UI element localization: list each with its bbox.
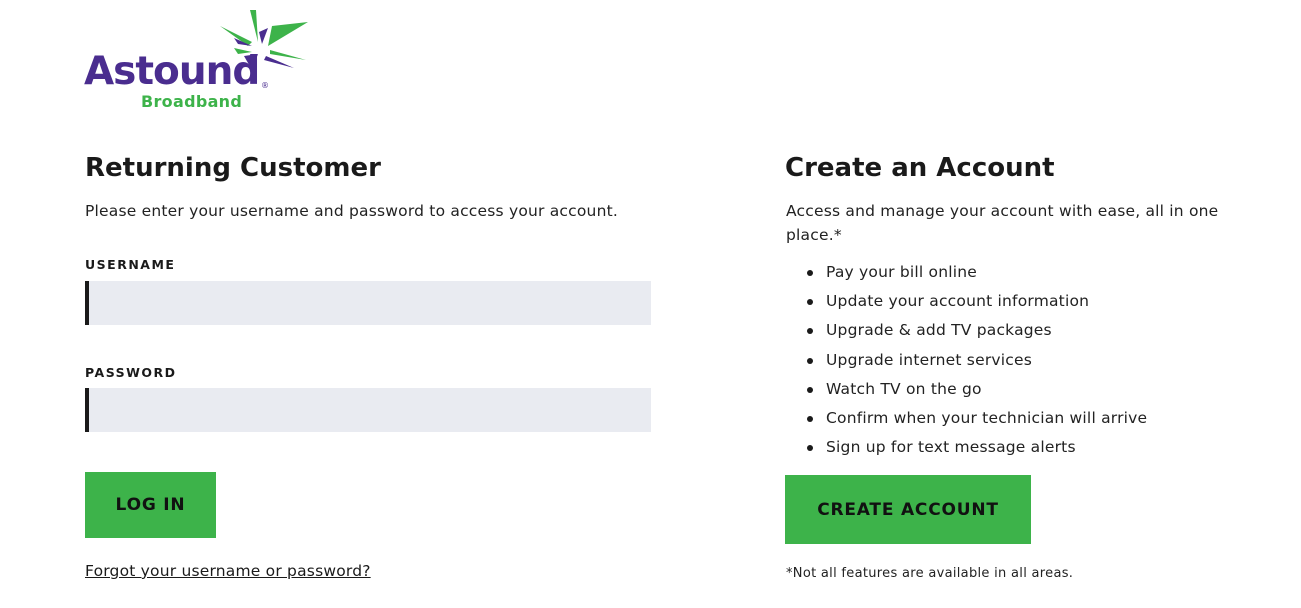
bullet-icon <box>807 445 813 452</box>
bullet-icon <box>807 416 813 423</box>
password-label: PASSWORD <box>85 365 177 380</box>
feature-item: Upgrade internet services <box>786 346 1147 375</box>
bullet-icon <box>807 386 813 393</box>
feature-text: Watch TV on the go <box>826 379 982 398</box>
feature-item: Sign up for text message alerts <box>786 433 1147 462</box>
feature-text: Upgrade internet services <box>826 350 1033 369</box>
bullet-icon <box>807 299 813 306</box>
feature-text: Upgrade & add TV packages <box>826 321 1052 340</box>
feature-item: Update your account information <box>786 287 1147 316</box>
feature-text: Sign up for text message alerts <box>826 438 1076 457</box>
astound-logo[interactable]: Astound ® Broadband <box>84 8 314 116</box>
create-account-description: Access and manage your account with ease… <box>786 202 1219 244</box>
feature-text: Confirm when your technician will arrive <box>826 409 1148 428</box>
feature-text: Update your account information <box>826 292 1090 311</box>
username-input[interactable] <box>85 281 651 325</box>
logo-brand-text: Astound <box>84 49 260 94</box>
login-description: Please enter your username and password … <box>85 202 619 220</box>
returning-customer-title: Returning Customer <box>85 153 381 183</box>
log-in-button[interactable]: LOG IN <box>85 472 216 538</box>
username-label: USERNAME <box>85 257 176 272</box>
feature-text: Pay your bill online <box>826 263 977 281</box>
feature-item: Confirm when your technician will arrive <box>786 404 1147 433</box>
create-account-button[interactable]: CREATE ACCOUNT <box>785 475 1031 544</box>
bullet-icon <box>807 357 813 364</box>
bullet-icon <box>807 328 813 335</box>
logo-registered-mark: ® <box>261 81 269 90</box>
availability-footnote: *Not all features are available in all a… <box>786 566 1074 581</box>
feature-item: Watch TV on the go <box>786 375 1147 404</box>
features-list: Pay your bill online Update your account… <box>786 258 1147 462</box>
feature-item: Pay your bill online <box>786 258 1147 287</box>
feature-item: Upgrade & add TV packages <box>786 316 1147 345</box>
password-input[interactable] <box>85 388 651 432</box>
bullet-icon <box>807 270 813 276</box>
logo-subtitle: Broadband <box>141 92 243 111</box>
forgot-credentials-link[interactable]: Forgot your username or password? <box>85 562 371 580</box>
create-account-title: Create an Account <box>785 153 1055 183</box>
